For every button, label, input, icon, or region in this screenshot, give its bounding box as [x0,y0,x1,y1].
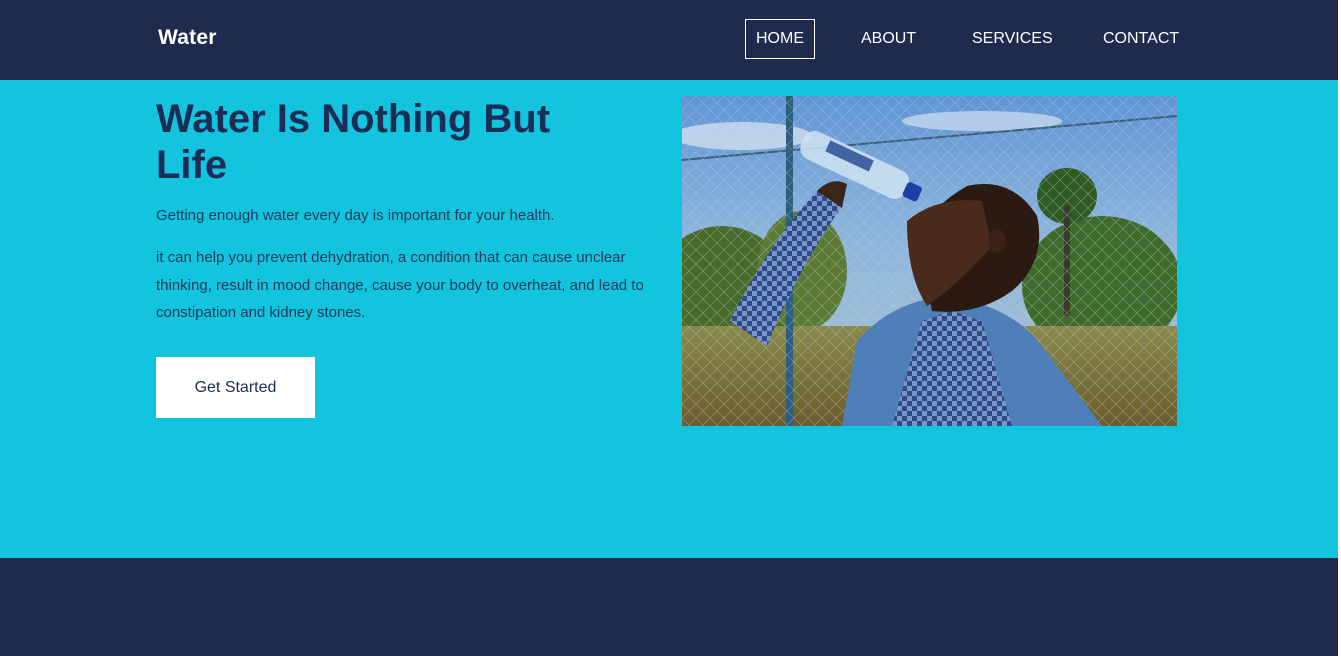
nav-link-about[interactable]: ABOUT [861,19,916,59]
hero-paragraph-2: it can help you prevent dehydration, a c… [156,249,644,321]
nav-link-services[interactable]: SERVICES [972,19,1053,59]
get-started-button[interactable]: Get Started [156,357,315,418]
hero-paragraph-1: Getting enough water every day is import… [156,207,555,224]
nav-link-contact[interactable]: CONTACT [1103,19,1179,59]
hero-title: Water Is Nothing But Life [156,97,551,187]
nav-link-home[interactable]: HOME [745,19,815,59]
hero-image [682,96,1177,426]
hero-section: Water Is Nothing But Life Getting enough… [0,80,1338,558]
brand-logo[interactable]: Water [158,26,217,50]
top-navbar: Water HOME ABOUT SERVICES CONTACT [0,0,1338,80]
man-drinking-water-image [682,96,1177,426]
